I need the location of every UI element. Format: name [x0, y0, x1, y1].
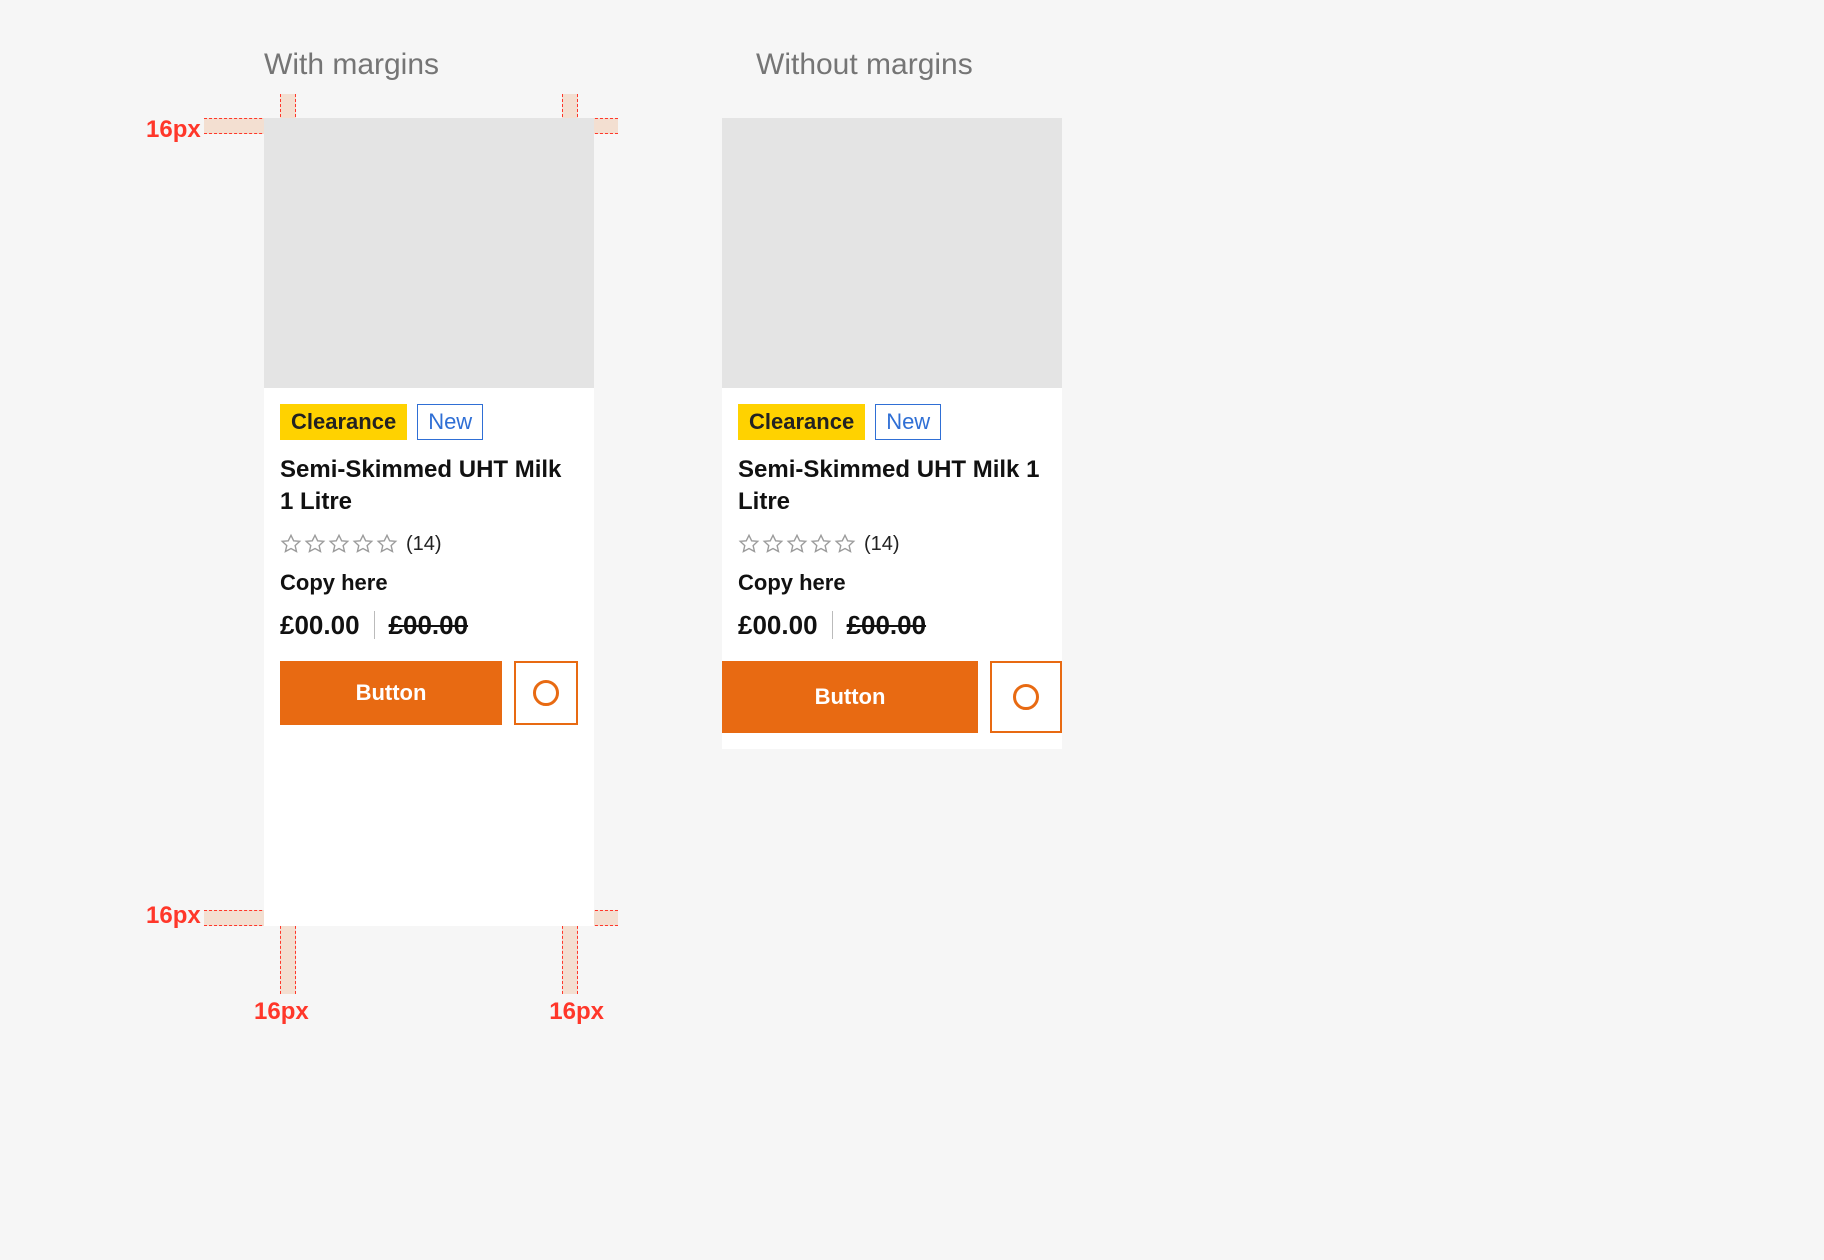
margin-label-bottom: 16px — [146, 902, 201, 930]
rating-row: (14) — [738, 533, 1046, 556]
badge-new: New — [417, 404, 483, 440]
price-old: £00.00 — [847, 610, 927, 641]
star-icon — [738, 533, 760, 555]
badge-clearance: Clearance — [738, 404, 865, 440]
badge-clearance: Clearance — [280, 404, 407, 440]
product-card: Clearance New Semi-Skimmed UHT Milk 1 Li… — [722, 118, 1062, 749]
product-copy: Copy here — [280, 570, 578, 596]
add-button[interactable]: Button — [280, 661, 502, 725]
star-icon — [810, 533, 832, 555]
badge-new: New — [875, 404, 941, 440]
rating-row: (14) — [280, 533, 578, 556]
price-old: £00.00 — [389, 610, 469, 641]
star-icon — [304, 533, 326, 555]
star-icon — [352, 533, 374, 555]
secondary-icon-button[interactable] — [514, 661, 578, 725]
product-card-body: Clearance New Semi-Skimmed UHT Milk 1 Li… — [280, 388, 578, 725]
heading-without-margins: Without margins — [756, 48, 973, 82]
price-current: £00.00 — [280, 610, 360, 641]
margin-label-right: 16px — [549, 998, 604, 1026]
price-divider — [832, 611, 833, 639]
product-card-body: Clearance New Semi-Skimmed UHT Milk 1 Li… — [722, 388, 1062, 749]
product-card-with-margins: 16px 16px 16px 16px Clearance New Semi-S… — [264, 118, 594, 926]
star-icon — [328, 533, 350, 555]
secondary-icon-button[interactable] — [990, 661, 1062, 733]
product-image-placeholder — [722, 118, 1062, 388]
star-icon — [280, 533, 302, 555]
price-row: £00.00 £00.00 — [738, 610, 1046, 641]
product-copy: Copy here — [738, 570, 1046, 596]
badge-row: Clearance New — [280, 404, 578, 440]
price-divider — [374, 611, 375, 639]
product-title: Semi-Skimmed UHT Milk 1 Litre — [738, 454, 1046, 519]
margin-label-top: 16px — [146, 116, 201, 144]
product-card-without-margins: Clearance New Semi-Skimmed UHT Milk 1 Li… — [722, 118, 1062, 749]
rating-count: (14) — [406, 533, 442, 556]
star-icon — [376, 533, 398, 555]
add-button[interactable]: Button — [722, 661, 978, 733]
rating-count: (14) — [864, 533, 900, 556]
star-icon — [834, 533, 856, 555]
star-icon — [786, 533, 808, 555]
price-current: £00.00 — [738, 610, 818, 641]
margin-label-left: 16px — [254, 998, 309, 1026]
circle-icon — [533, 680, 559, 706]
product-title: Semi-Skimmed UHT Milk 1 Litre — [280, 454, 578, 519]
product-card: Clearance New Semi-Skimmed UHT Milk 1 Li… — [264, 118, 594, 926]
button-row: Button — [722, 661, 1062, 733]
badge-row: Clearance New — [738, 404, 1046, 440]
product-image-placeholder — [264, 118, 594, 388]
price-row: £00.00 £00.00 — [280, 610, 578, 641]
circle-icon — [1013, 684, 1039, 710]
star-icon — [762, 533, 784, 555]
button-row: Button — [280, 661, 578, 725]
heading-with-margins: With margins — [264, 48, 439, 82]
